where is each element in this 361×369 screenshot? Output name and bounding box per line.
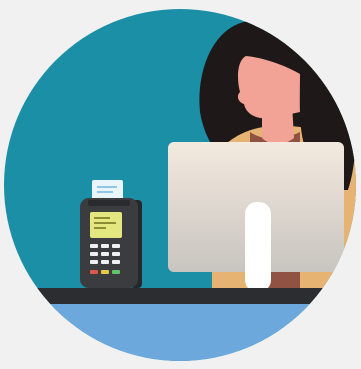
terminal-screen-line: [94, 217, 110, 219]
key: [101, 252, 109, 256]
key-yellow: [101, 270, 109, 274]
computer-monitor-icon: [168, 142, 344, 292]
key: [112, 244, 120, 248]
key: [90, 252, 98, 256]
terminal-keypad: [90, 244, 120, 264]
receipt-line: [97, 191, 113, 193]
key: [90, 244, 98, 248]
receipt-line: [97, 186, 117, 188]
terminal-screen-line: [94, 222, 116, 224]
key: [90, 260, 98, 264]
terminal-slot: [88, 200, 130, 206]
monitor-stand: [245, 202, 271, 292]
terminal-screen: [90, 212, 122, 238]
key: [101, 260, 109, 264]
key: [112, 260, 120, 264]
key: [112, 252, 120, 256]
cashier-illustration: [4, 9, 356, 361]
terminal-screen-line: [94, 227, 106, 229]
counter-front: [4, 304, 356, 361]
key: [101, 244, 109, 248]
key-green: [112, 270, 120, 274]
terminal-body: [80, 198, 138, 288]
key-red: [90, 270, 98, 274]
counter-top: [4, 288, 356, 304]
